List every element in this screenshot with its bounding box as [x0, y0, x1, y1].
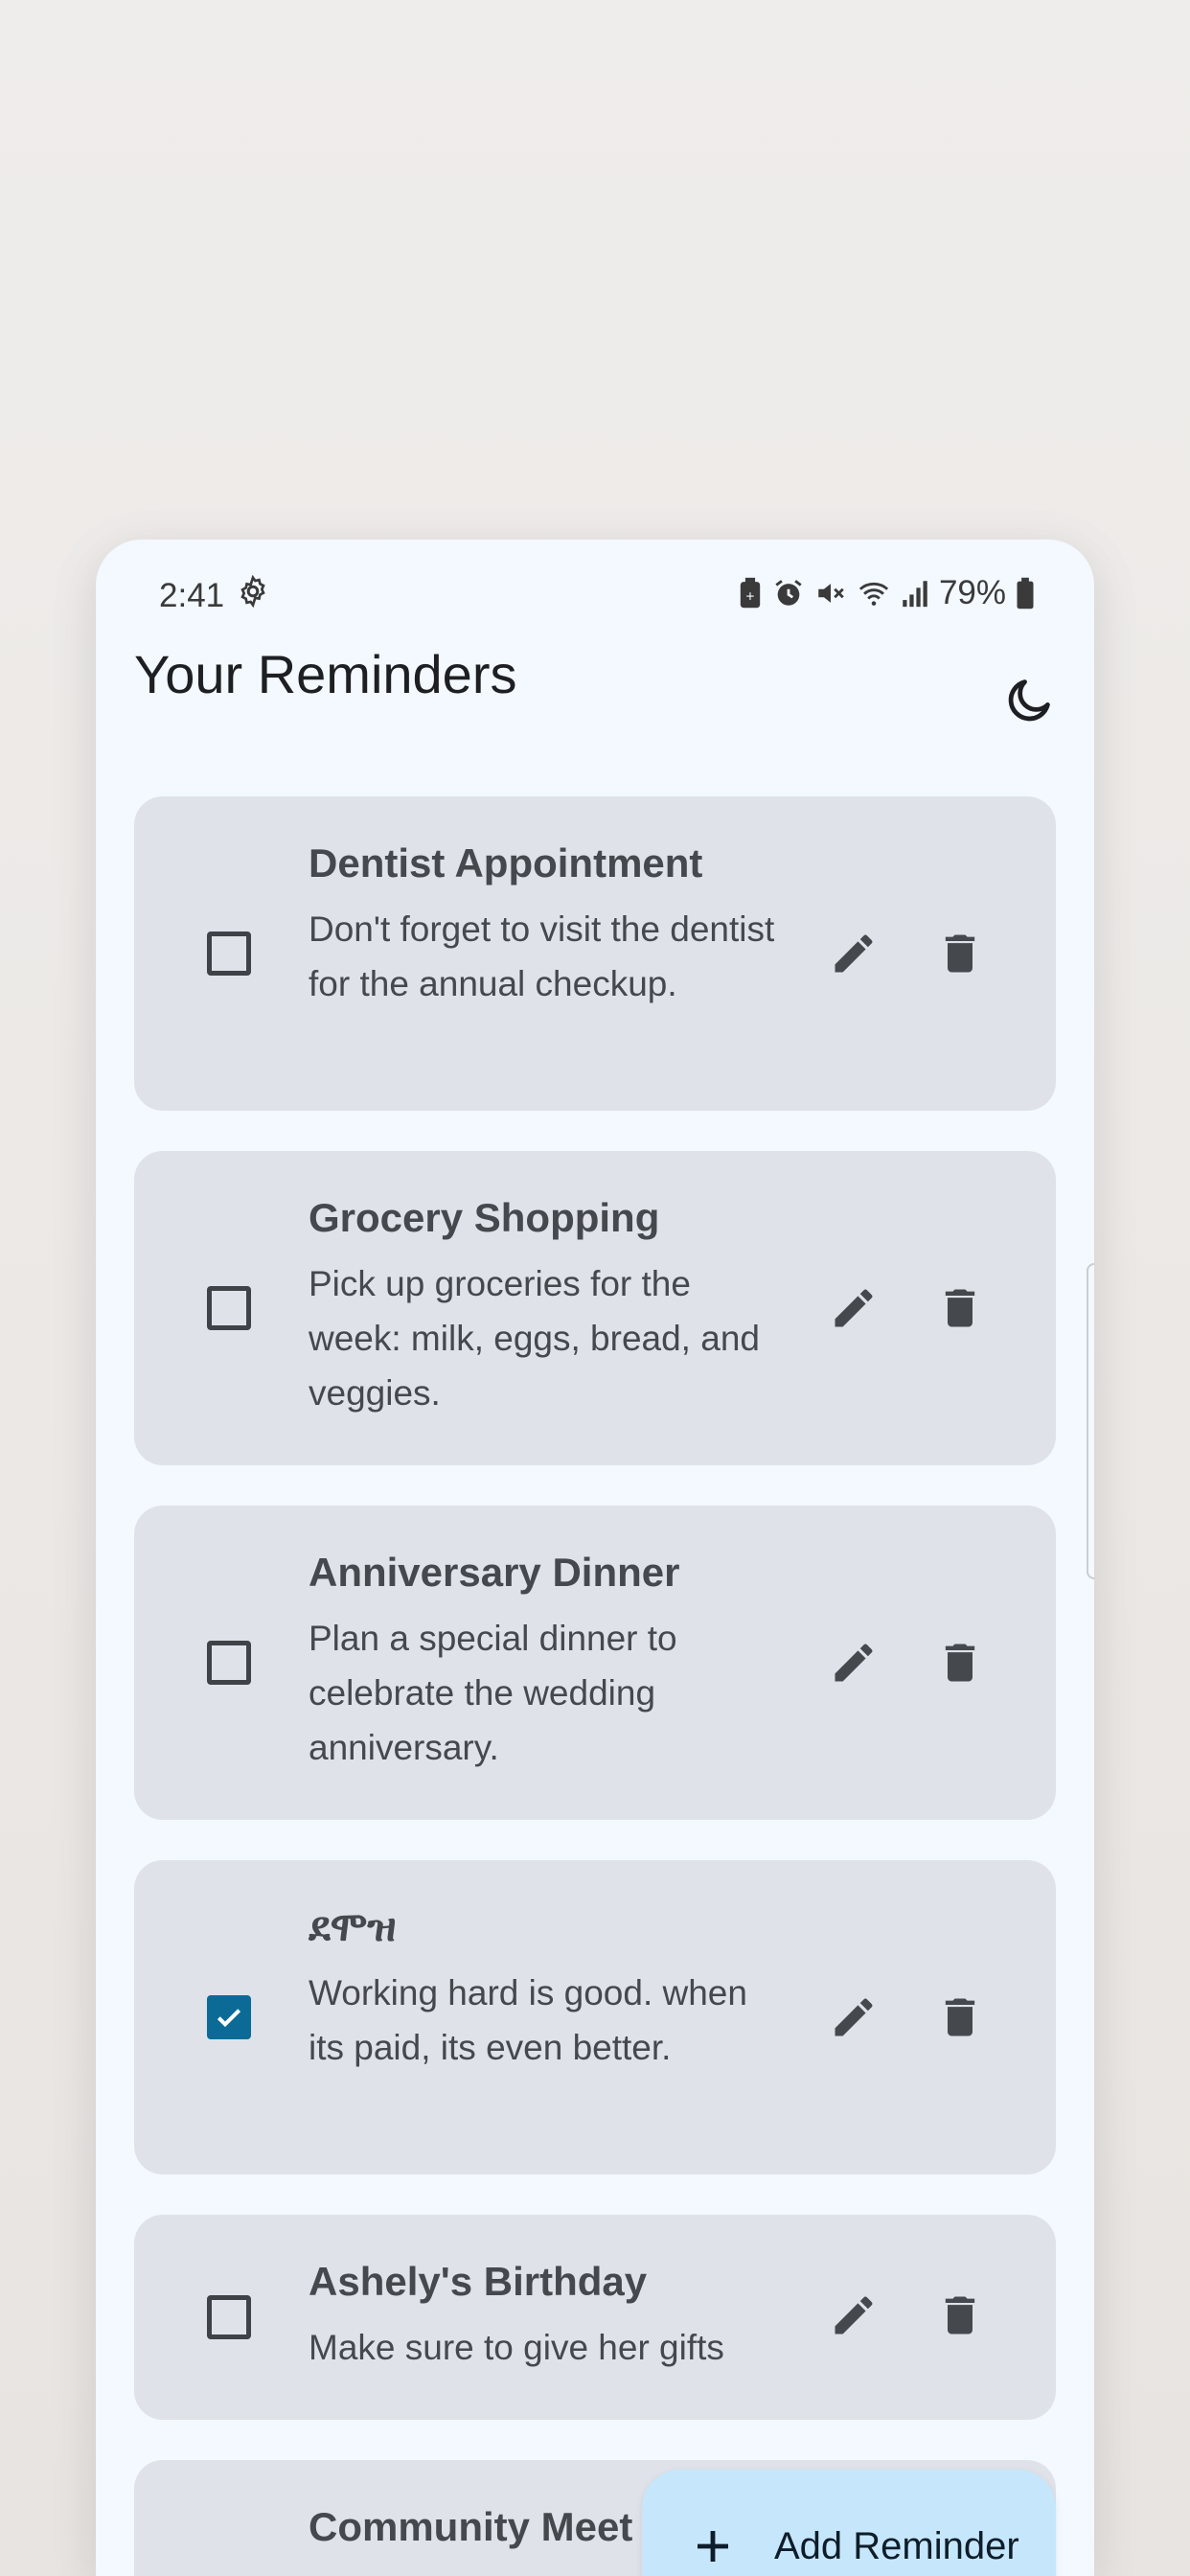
- reminder-description: Plan a special dinner to celebrate the w…: [309, 1619, 677, 1767]
- trash-icon: [935, 1283, 985, 1338]
- reminder-title: Anniversary Dinner: [309, 1550, 680, 1595]
- reminder-description: Don't forget to visit the dentist for th…: [309, 909, 775, 1003]
- svg-text:+: +: [745, 589, 754, 606]
- delete-button[interactable]: [922, 1981, 998, 2058]
- reminder-card[interactable]: Dentist Appointment Don't forget to visi…: [134, 796, 1056, 1111]
- reminder-title: Community Meet: [309, 2504, 633, 2549]
- alarm-icon: [772, 577, 805, 610]
- reminder-description: Pick up groceries for the week: milk, eg…: [309, 1264, 760, 1413]
- trash-icon: [935, 1992, 985, 2047]
- reminder-checkbox[interactable]: [207, 1286, 251, 1330]
- reminder-card[interactable]: Grocery Shopping Pick up groceries for t…: [134, 1151, 1056, 1465]
- trash-icon: [935, 929, 985, 983]
- reminder-description: Make sure to give her gifts: [309, 2328, 724, 2367]
- check-icon: [217, 2009, 241, 2028]
- reminder-title: ደሞዝ: [309, 1904, 397, 1949]
- signal-icon: [901, 577, 929, 610]
- edit-button[interactable]: [815, 1272, 892, 1348]
- page-title: Your Reminders: [134, 644, 517, 704]
- status-time: 2:41: [159, 576, 225, 614]
- delete-button[interactable]: [922, 917, 998, 994]
- app-window: 2:41 + 79% Your Reminders Dentist Appoin…: [96, 540, 1094, 2576]
- trash-icon: [935, 1638, 985, 1692]
- pencil-icon: [829, 1283, 879, 1338]
- wifi-icon: [857, 577, 891, 610]
- trash-icon: [935, 2290, 985, 2345]
- pencil-icon: [829, 929, 879, 983]
- reminder-checkbox[interactable]: [207, 2295, 251, 2339]
- reminder-description: Working hard is good. when its paid, its…: [309, 1973, 747, 2067]
- status-bar: 2:41 + 79%: [96, 540, 1094, 653]
- reminder-card[interactable]: ደሞዝ Working hard is good. when its paid,…: [134, 1860, 1056, 2174]
- reminder-card[interactable]: Ashely's Birthday Make sure to give her …: [134, 2215, 1056, 2420]
- status-icons: + 79%: [738, 574, 1035, 612]
- add-reminder-label: Add Reminder: [774, 2525, 1019, 2567]
- mute-icon: [814, 577, 847, 610]
- pencil-icon: [829, 1992, 879, 2047]
- edit-button[interactable]: [815, 1626, 892, 1703]
- edit-button[interactable]: [815, 1981, 892, 2058]
- status-time-group: 2:41: [159, 574, 270, 617]
- reminder-title: Grocery Shopping: [309, 1195, 660, 1240]
- scroll-indicator[interactable]: [1087, 1263, 1094, 1579]
- reminder-title: Dentist Appointment: [309, 840, 703, 886]
- settings-icon: [236, 574, 270, 617]
- pencil-icon: [829, 1638, 879, 1692]
- delete-button[interactable]: [922, 1626, 998, 1703]
- reminder-card[interactable]: Anniversary Dinner Plan a special dinner…: [134, 1506, 1056, 1820]
- theme-toggle-button[interactable]: [996, 668, 1064, 735]
- reminder-title: Ashely's Birthday: [309, 2259, 648, 2304]
- edit-button[interactable]: [815, 917, 892, 994]
- battery-saver-icon: +: [738, 577, 763, 610]
- delete-button[interactable]: [922, 2279, 998, 2356]
- pencil-icon: [829, 2290, 879, 2345]
- battery-percent: 79%: [938, 574, 1006, 611]
- delete-button[interactable]: [922, 1272, 998, 1348]
- reminder-checkbox[interactable]: [207, 1641, 251, 1685]
- edit-button[interactable]: [815, 2279, 892, 2356]
- moon-icon: [1005, 675, 1055, 729]
- battery-icon: [1016, 577, 1035, 610]
- reminder-checkbox[interactable]: [207, 1995, 251, 2039]
- plus-icon: [690, 2523, 736, 2574]
- reminder-checkbox[interactable]: [207, 932, 251, 976]
- add-reminder-button[interactable]: Add Reminder: [642, 2470, 1056, 2576]
